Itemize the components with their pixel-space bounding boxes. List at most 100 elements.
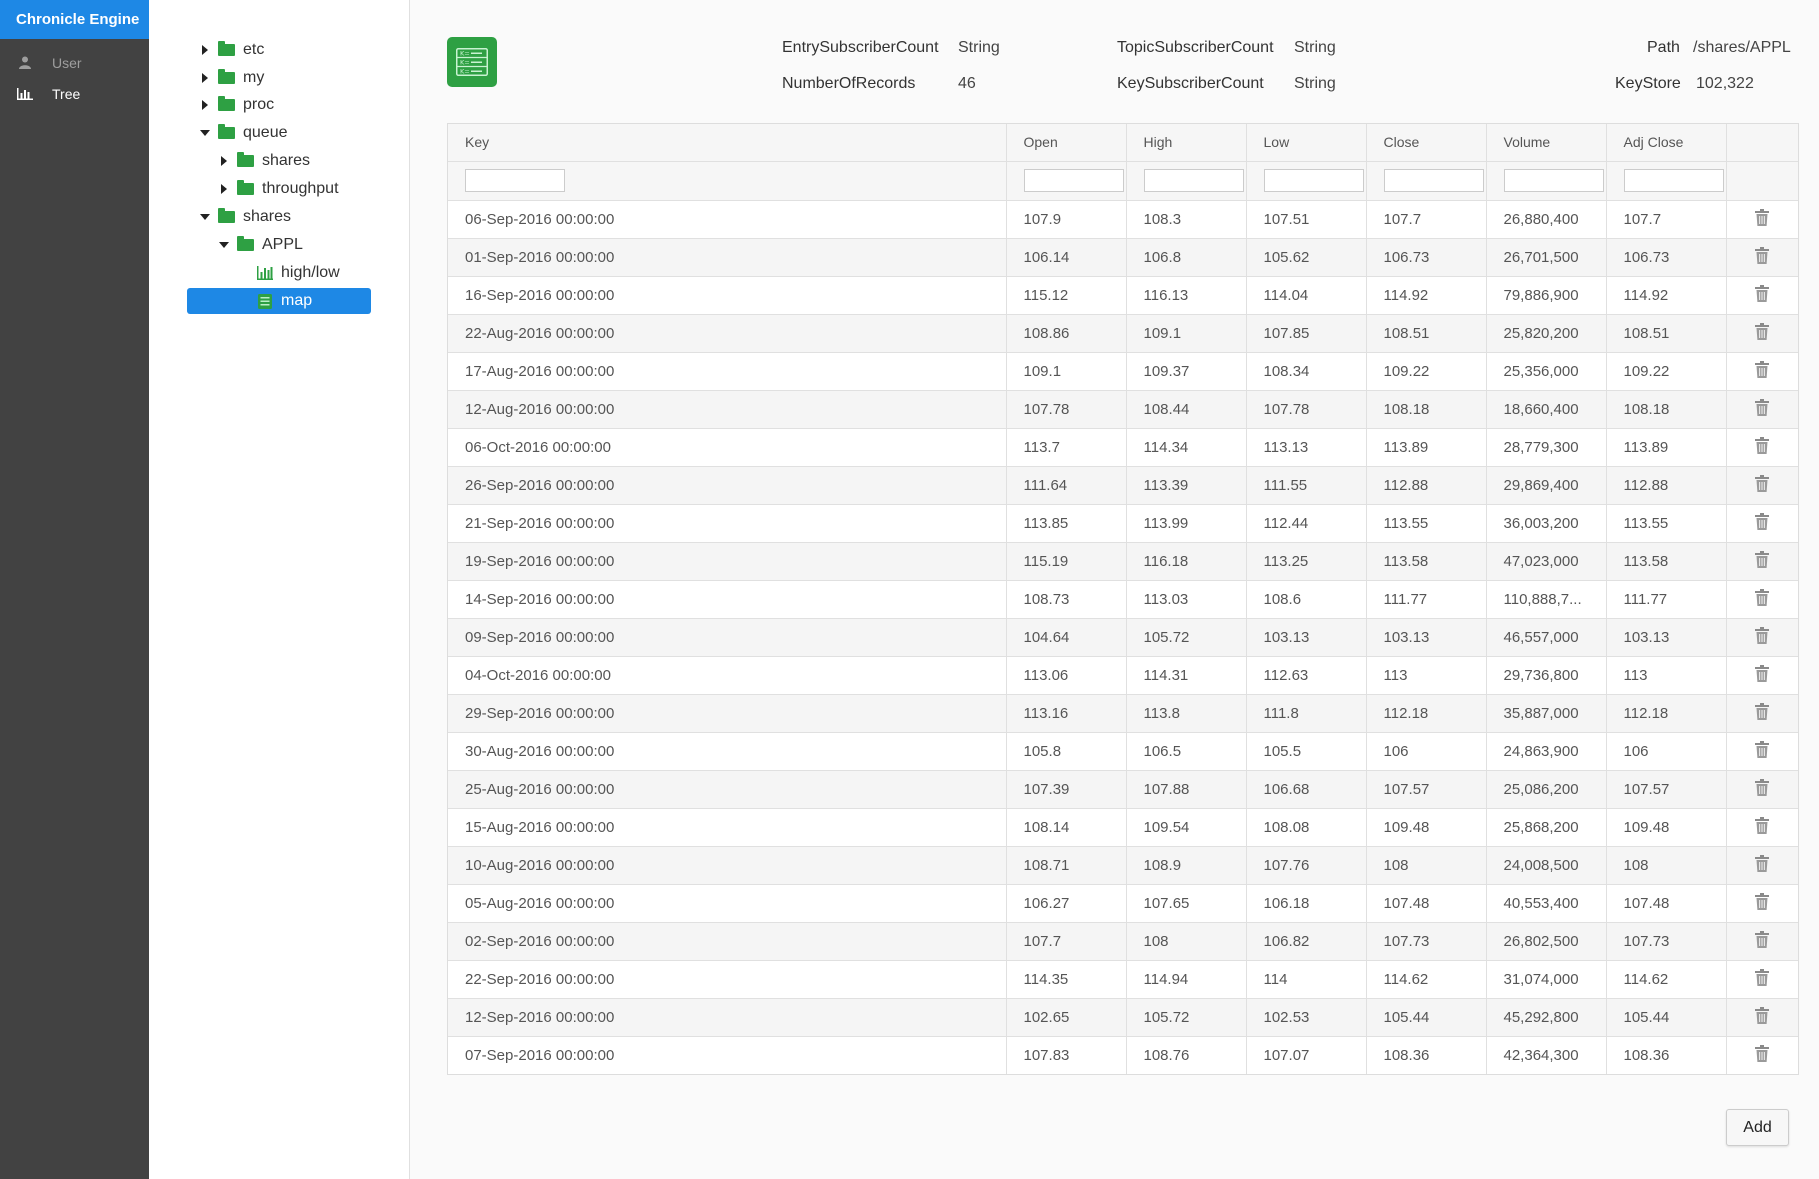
- filter-input-volume[interactable]: [1503, 169, 1604, 192]
- table-cell[interactable]: 107.85: [1245, 313, 1366, 352]
- table-cell[interactable]: 113: [1365, 655, 1486, 694]
- table-cell[interactable]: 112.88: [1365, 465, 1486, 504]
- table-cell[interactable]: 108.86: [1005, 313, 1126, 352]
- filter-input-adj-close[interactable]: [1623, 169, 1724, 192]
- table-cell[interactable]: 112.63: [1245, 655, 1366, 694]
- table-cell[interactable]: 108.51: [1605, 313, 1726, 352]
- table-cell[interactable]: 113.8: [1125, 693, 1246, 732]
- table-cell[interactable]: 19-Sep-2016 00:00:00: [448, 541, 1006, 580]
- table-cell[interactable]: 30-Aug-2016 00:00:00: [448, 731, 1006, 770]
- trash-icon[interactable]: [1755, 968, 1770, 990]
- table-cell[interactable]: 114.35: [1005, 959, 1126, 998]
- table-cell[interactable]: 109.1: [1005, 351, 1126, 390]
- table-cell[interactable]: 109.22: [1365, 351, 1486, 390]
- table-row[interactable]: 02-Sep-2016 00:00:00 107.7 108 106.82 107.73…: [448, 921, 1798, 960]
- table-cell[interactable]: 112.88: [1605, 465, 1726, 504]
- table-cell[interactable]: 35,887,000: [1485, 693, 1606, 732]
- table-cell[interactable]: 107.78: [1245, 389, 1366, 428]
- table-cell[interactable]: 113.89: [1605, 427, 1726, 466]
- table-cell[interactable]: 107.83: [1005, 1035, 1126, 1074]
- table-cell[interactable]: 115.19: [1005, 541, 1126, 580]
- column-header-volume[interactable]: Volume: [1485, 124, 1606, 162]
- table-cell[interactable]: 47,023,000: [1485, 541, 1606, 580]
- table-cell[interactable]: 106.5: [1125, 731, 1246, 770]
- trash-icon[interactable]: [1755, 246, 1770, 268]
- table-cell[interactable]: 107.51: [1245, 200, 1366, 238]
- table-row[interactable]: 21-Sep-2016 00:00:00 113.85 113.99 112.44 11…: [448, 503, 1798, 542]
- table-cell[interactable]: 16-Sep-2016 00:00:00: [448, 275, 1006, 314]
- trash-icon[interactable]: [1755, 398, 1770, 420]
- table-cell[interactable]: 04-Oct-2016 00:00:00: [448, 655, 1006, 694]
- expand-triangle-icon[interactable]: [198, 43, 212, 57]
- table-cell[interactable]: 109.37: [1125, 351, 1246, 390]
- table-cell[interactable]: 111.8: [1245, 693, 1366, 732]
- column-header-low[interactable]: Low: [1245, 124, 1366, 162]
- table-cell[interactable]: 107.39: [1005, 769, 1126, 808]
- table-cell[interactable]: 113.03: [1125, 579, 1246, 618]
- table-row[interactable]: 06-Sep-2016 00:00:00 107.9 108.3 107.51 107.…: [448, 200, 1798, 238]
- table-cell[interactable]: 102.53: [1245, 997, 1366, 1036]
- tree-node-high-low[interactable]: high/low: [256, 260, 340, 286]
- table-cell[interactable]: 45,292,800: [1485, 997, 1606, 1036]
- expand-triangle-icon[interactable]: [217, 154, 231, 168]
- trash-icon[interactable]: [1755, 208, 1770, 230]
- table-cell[interactable]: 113.58: [1605, 541, 1726, 580]
- trash-icon[interactable]: [1755, 284, 1770, 306]
- collapse-triangle-icon[interactable]: [217, 238, 231, 252]
- table-cell[interactable]: 105.72: [1125, 617, 1246, 656]
- table-row[interactable]: 10-Aug-2016 00:00:00 108.71 108.9 107.76 108…: [448, 845, 1798, 884]
- table-cell[interactable]: 107.57: [1365, 769, 1486, 808]
- table-cell[interactable]: 113.89: [1365, 427, 1486, 466]
- table-cell[interactable]: 40,553,400: [1485, 883, 1606, 922]
- table-cell[interactable]: 106: [1605, 731, 1726, 770]
- table-cell[interactable]: 108.73: [1005, 579, 1126, 618]
- table-cell[interactable]: 14-Sep-2016 00:00:00: [448, 579, 1006, 618]
- table-row[interactable]: 04-Oct-2016 00:00:00 113.06 114.31 112.63 11…: [448, 655, 1798, 694]
- table-cell[interactable]: 106.14: [1005, 237, 1126, 276]
- table-cell[interactable]: 106.73: [1365, 237, 1486, 276]
- table-cell[interactable]: 26-Sep-2016 00:00:00: [448, 465, 1006, 504]
- table-cell[interactable]: 116.18: [1125, 541, 1246, 580]
- table-row[interactable]: 07-Sep-2016 00:00:00 107.83 108.76 107.07 10…: [448, 1035, 1798, 1074]
- table-cell[interactable]: 15-Aug-2016 00:00:00: [448, 807, 1006, 846]
- table-row[interactable]: 25-Aug-2016 00:00:00 107.39 107.88 106.68 10…: [448, 769, 1798, 808]
- table-cell[interactable]: 108.76: [1125, 1035, 1246, 1074]
- table-cell[interactable]: 108.44: [1125, 389, 1246, 428]
- table-cell[interactable]: 28,779,300: [1485, 427, 1606, 466]
- table-cell[interactable]: 107.9: [1005, 200, 1126, 238]
- tree-node-appl[interactable]: APPL: [217, 232, 303, 258]
- table-cell[interactable]: 24,863,900: [1485, 731, 1606, 770]
- table-cell[interactable]: 21-Sep-2016 00:00:00: [448, 503, 1006, 542]
- table-cell[interactable]: 108.18: [1605, 389, 1726, 428]
- trash-icon[interactable]: [1755, 816, 1770, 838]
- column-header-high[interactable]: High: [1125, 124, 1246, 162]
- table-cell[interactable]: 108.18: [1365, 389, 1486, 428]
- table-cell[interactable]: 108.08: [1245, 807, 1366, 846]
- table-row[interactable]: 12-Sep-2016 00:00:00 102.65 105.72 102.53 10…: [448, 997, 1798, 1036]
- table-cell[interactable]: 108.51: [1365, 313, 1486, 352]
- trash-icon[interactable]: [1755, 664, 1770, 686]
- table-cell[interactable]: 107.7: [1005, 921, 1126, 960]
- table-cell[interactable]: 102.65: [1005, 997, 1126, 1036]
- table-cell[interactable]: 108.36: [1365, 1035, 1486, 1074]
- table-cell[interactable]: 112.18: [1365, 693, 1486, 732]
- table-cell[interactable]: 108.34: [1245, 351, 1366, 390]
- table-cell[interactable]: 108.3: [1125, 200, 1246, 238]
- table-row[interactable]: 15-Aug-2016 00:00:00 108.14 109.54 108.08 10…: [448, 807, 1798, 846]
- filter-input-low[interactable]: [1263, 169, 1364, 192]
- tree-node-queue[interactable]: queue: [198, 120, 288, 146]
- table-row[interactable]: 29-Sep-2016 00:00:00 113.16 113.8 111.8 112.…: [448, 693, 1798, 732]
- app-brand[interactable]: Chronicle Engine: [0, 0, 149, 39]
- table-cell[interactable]: 42,364,300: [1485, 1035, 1606, 1074]
- table-cell[interactable]: 12-Sep-2016 00:00:00: [448, 997, 1006, 1036]
- table-cell[interactable]: 103.13: [1245, 617, 1366, 656]
- table-cell[interactable]: 114: [1245, 959, 1366, 998]
- table-cell[interactable]: 107.7: [1365, 200, 1486, 238]
- table-cell[interactable]: 25-Aug-2016 00:00:00: [448, 769, 1006, 808]
- table-cell[interactable]: 114.31: [1125, 655, 1246, 694]
- table-cell[interactable]: 113.25: [1245, 541, 1366, 580]
- add-button[interactable]: Add: [1726, 1109, 1789, 1146]
- table-cell[interactable]: 114.92: [1605, 275, 1726, 314]
- table-cell[interactable]: 108.14: [1005, 807, 1126, 846]
- table-cell[interactable]: 10-Aug-2016 00:00:00: [448, 845, 1006, 884]
